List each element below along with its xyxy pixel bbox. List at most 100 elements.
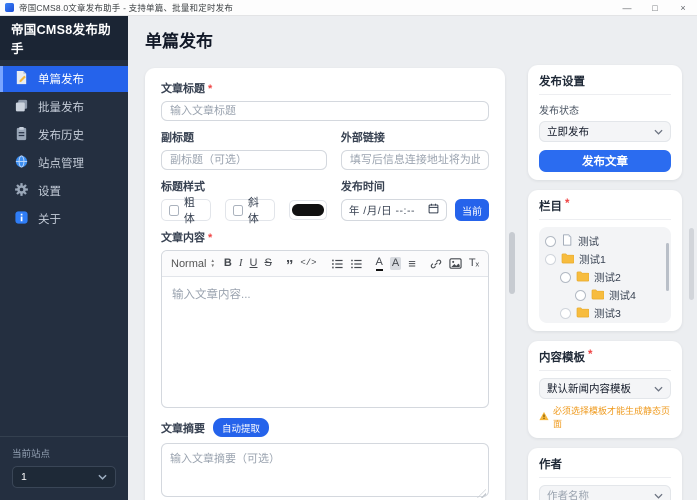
- author-card: 作者 作者名称: [528, 448, 682, 500]
- tree-item[interactable]: 测试: [545, 232, 665, 250]
- main-content: 单篇发布 文章标题* 副标题 外部链接 标题样式: [128, 16, 520, 500]
- close-button[interactable]: ×: [669, 0, 697, 15]
- publish-status-select[interactable]: 立即发布: [539, 121, 671, 142]
- now-button[interactable]: 当前: [455, 199, 489, 221]
- summary-label: 文章摘要: [161, 420, 205, 436]
- sidebar-item-label: 关于: [38, 211, 61, 227]
- chevron-down-icon: [654, 383, 663, 395]
- publish-time-value: 年 /月/日 --:--: [349, 203, 424, 218]
- strikethrough-button[interactable]: S: [265, 258, 272, 269]
- subtitle-label: 副标题: [161, 129, 327, 145]
- align-button[interactable]: ≡: [408, 257, 416, 270]
- image-button[interactable]: [449, 257, 462, 270]
- clear-format-button[interactable]: Tₓ: [469, 258, 479, 269]
- tree-item[interactable]: 测试3: [545, 304, 665, 322]
- brand-title: 帝国CMS8发布助手: [0, 16, 128, 60]
- current-site-select[interactable]: 1: [12, 466, 116, 488]
- article-title-input[interactable]: [161, 101, 489, 121]
- publish-settings-title: 发布设置: [539, 73, 671, 95]
- page-scrollbar-thumb[interactable]: [689, 228, 694, 300]
- tree-item[interactable]: 测试5: [545, 322, 665, 323]
- tree-item[interactable]: 测试2: [545, 268, 665, 286]
- radio-button[interactable]: [545, 236, 556, 247]
- radio-button[interactable]: [545, 254, 556, 265]
- chevron-down-icon: [654, 490, 663, 500]
- category-card: 栏目* 测试 测试1 测试2: [528, 190, 682, 331]
- sidebar-item-single-publish[interactable]: 单篇发布: [0, 66, 128, 92]
- tree-item[interactable]: 测试4: [545, 286, 665, 304]
- sidebar-item-settings[interactable]: 设置: [0, 178, 128, 204]
- calendar-icon[interactable]: [428, 203, 439, 217]
- document-edit-icon: [14, 70, 29, 88]
- sidebar-item-label: 单篇发布: [38, 71, 84, 87]
- radio-button[interactable]: [560, 272, 571, 283]
- chevron-down-icon: [654, 126, 663, 138]
- bold-checkbox[interactable]: 粗体: [161, 199, 211, 221]
- sidebar-item-publish-history[interactable]: 发布历史: [0, 122, 128, 148]
- bullet-list-button[interactable]: [350, 258, 362, 270]
- updown-icon: ▲▼: [210, 259, 214, 269]
- current-site-box: 当前站点 1: [0, 436, 128, 500]
- warning-icon: [539, 411, 549, 423]
- external-link-input[interactable]: [341, 150, 489, 170]
- tree-scrollbar-thumb[interactable]: [666, 243, 669, 291]
- required-mark: *: [208, 232, 212, 244]
- content-template-title: 内容模板*: [539, 349, 671, 371]
- link-button[interactable]: [430, 258, 442, 270]
- category-title: 栏目*: [539, 198, 671, 220]
- window-titlebar: 帝国CMS8.0文章发布助手 - 支持单篇、批量和定时发布 — □ ×: [0, 0, 697, 16]
- bold-checkbox-label: 粗体: [184, 194, 203, 226]
- background-color-button[interactable]: A: [390, 257, 401, 270]
- page-title: 单篇发布: [145, 27, 520, 52]
- chevron-down-icon: [98, 471, 107, 483]
- content-template-select[interactable]: 默认新闻内容模板: [539, 378, 671, 399]
- required-mark: *: [565, 198, 569, 214]
- radio-button[interactable]: [575, 290, 586, 301]
- publish-time-input[interactable]: 年 /月/日 --:--: [341, 199, 447, 221]
- italic-checkbox[interactable]: 斜体: [225, 199, 275, 221]
- auto-extract-button[interactable]: 自动提取: [213, 418, 269, 437]
- radio-button[interactable]: [560, 308, 571, 319]
- right-panel: 发布设置 发布状态 立即发布 发布文章 栏目* 测试: [528, 65, 682, 500]
- sidebar-item-about[interactable]: 关于: [0, 206, 128, 232]
- blockquote-button[interactable]: ”: [286, 258, 294, 273]
- content-template-card: 内容模板* 默认新闻内容模板 必须选择模板才能生成静态页面: [528, 341, 682, 438]
- tree-item[interactable]: 测试1: [545, 250, 665, 268]
- summary-textarea[interactable]: [161, 443, 489, 497]
- article-form-card: 文章标题* 副标题 外部链接 标题样式: [145, 68, 505, 500]
- maximize-button[interactable]: □: [641, 0, 669, 15]
- publish-settings-card: 发布设置 发布状态 立即发布 发布文章: [528, 65, 682, 180]
- format-select[interactable]: Normal ▲▼: [171, 258, 215, 270]
- checkbox-box: [233, 205, 243, 216]
- current-site-value: 1: [21, 471, 27, 483]
- title-color-picker[interactable]: [289, 200, 327, 220]
- color-swatch: [292, 204, 324, 216]
- author-placeholder: 作者名称: [547, 488, 589, 500]
- publish-article-button[interactable]: 发布文章: [539, 150, 671, 172]
- tree-item-label: 测试1: [579, 252, 606, 267]
- subtitle-input[interactable]: [161, 150, 327, 170]
- author-select[interactable]: 作者名称: [539, 485, 671, 500]
- code-block-button[interactable]: </>: [300, 259, 316, 268]
- required-mark: *: [588, 349, 592, 365]
- text-color-button[interactable]: A: [376, 257, 383, 271]
- sidebar-item-batch-publish[interactable]: 批量发布: [0, 94, 128, 120]
- format-select-value: Normal: [171, 258, 206, 270]
- underline-button[interactable]: U: [250, 258, 258, 269]
- editor-content-area[interactable]: 输入文章内容...: [162, 277, 488, 407]
- main-scrollbar-thumb[interactable]: [509, 232, 515, 294]
- publish-status-label: 发布状态: [539, 102, 671, 117]
- tree-item-label: 测试4: [609, 288, 636, 303]
- tree-item-label: 测试: [578, 234, 599, 249]
- tree-item-label: 测试2: [594, 270, 621, 285]
- bold-button[interactable]: B: [224, 258, 232, 269]
- content-template-value: 默认新闻内容模板: [547, 381, 631, 396]
- ordered-list-button[interactable]: [331, 258, 343, 270]
- sidebar-item-site-management[interactable]: 站点管理: [0, 150, 128, 176]
- italic-button[interactable]: I: [239, 258, 243, 269]
- document-icon: [561, 234, 573, 249]
- minimize-button[interactable]: —: [613, 0, 641, 15]
- info-icon: [14, 210, 29, 228]
- history-clipboard-icon: [14, 126, 29, 144]
- sidebar-item-label: 批量发布: [38, 99, 84, 115]
